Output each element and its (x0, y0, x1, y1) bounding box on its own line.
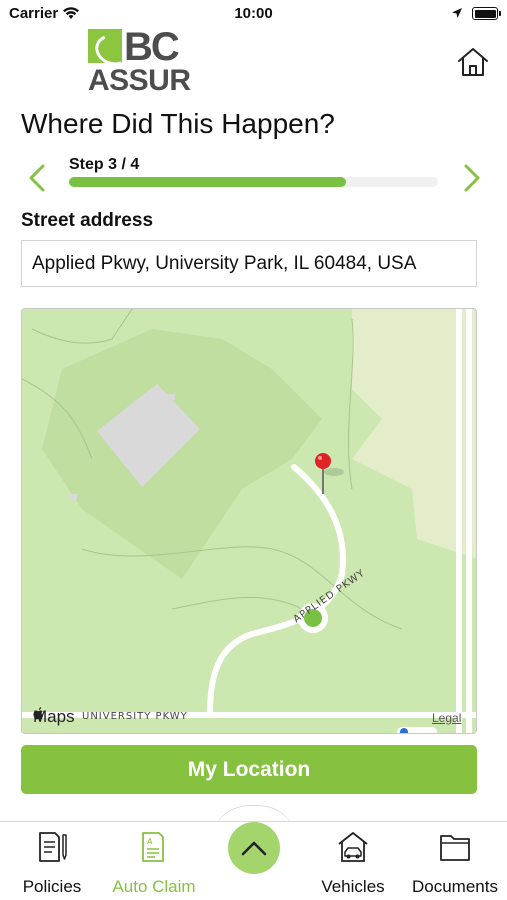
legal-link[interactable]: Legal (432, 711, 461, 725)
my-location-button[interactable]: My Location (21, 745, 477, 794)
logo-text-bottom: ASSUR (88, 64, 191, 97)
next-step-button[interactable] (457, 160, 487, 196)
home-icon (458, 48, 488, 76)
chevron-left-icon (29, 164, 45, 192)
chevron-right-icon (464, 164, 480, 192)
apple-logo-icon (33, 707, 43, 720)
svg-text:A: A (147, 837, 153, 846)
step-progress-bar (69, 177, 438, 187)
previous-step-button[interactable] (22, 160, 52, 196)
street-label-university-pkwy: UNIVERSITY PKWY (82, 711, 188, 722)
folder-icon (440, 835, 470, 861)
center-menu-button[interactable] (228, 822, 280, 874)
map-canvas (22, 309, 476, 733)
home-button[interactable] (455, 44, 491, 80)
page-title: Where Did This Happen? (21, 108, 335, 139)
tab-auto-claim[interactable]: A Auto Claim (104, 830, 204, 896)
tab-policies-label: Policies (22, 877, 82, 896)
street-address-input[interactable] (21, 240, 477, 287)
tab-vehicles-label: Vehicles (321, 877, 385, 896)
map-view[interactable]: APPLIED PKWY UNIVERSITY PKWY Maps Legal (21, 308, 477, 734)
claim-form-icon: A (142, 832, 164, 862)
street-address-label: Street address (21, 210, 154, 231)
logo-mark-icon (88, 29, 122, 63)
battery-icon (472, 7, 501, 20)
tab-documents-label: Documents (412, 877, 498, 896)
maps-attribution: Maps (33, 707, 75, 727)
car-garage-icon (338, 832, 368, 862)
tab-documents[interactable]: Documents (407, 830, 503, 896)
status-bar: Carrier 10:00 (0, 0, 507, 28)
step-label: Step 3 / 4 (69, 156, 140, 173)
location-arrow-icon (452, 8, 462, 18)
bc-assur-logo: BC ASSUR (86, 25, 191, 98)
policy-document-icon (39, 832, 67, 862)
logo-text-top: BC (124, 25, 180, 69)
status-time: 10:00 (234, 5, 273, 22)
tab-auto-claim-label: Auto Claim (112, 877, 196, 896)
tab-policies[interactable]: Policies (12, 830, 92, 896)
tab-vehicles[interactable]: Vehicles (316, 830, 390, 896)
chevron-up-icon (241, 841, 267, 856)
step-progress-fill (69, 177, 346, 187)
